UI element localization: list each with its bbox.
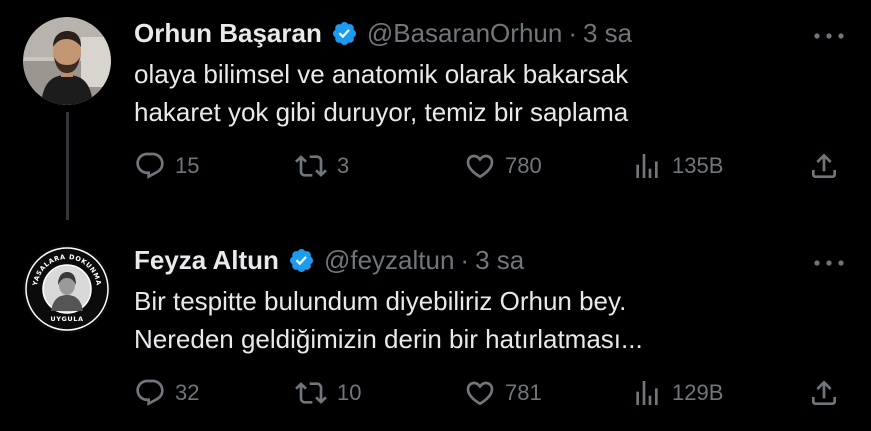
separator-dot: · xyxy=(568,18,577,48)
share-icon xyxy=(808,377,840,409)
tweet[interactable]: YASALARA DOKUNMA UYGULA Feyza Altun @fey… xyxy=(0,215,871,431)
tweet-actions: 32 10 781 129B xyxy=(134,373,844,413)
thread-connector-line xyxy=(66,112,69,220)
views-icon xyxy=(631,150,663,182)
retweet-icon xyxy=(294,377,328,409)
avatar[interactable] xyxy=(23,17,111,105)
tweet-text-line: Nereden geldiğimizin derin bir hatırlatm… xyxy=(134,324,643,354)
author-handle[interactable]: @feyzaltun xyxy=(324,245,454,275)
views-button[interactable]: 129B xyxy=(631,373,723,413)
tweet-text: Bir tespitte bulundum diyebiliriz Orhun … xyxy=(134,282,643,358)
tweet-header: Feyza Altun @feyzaltun · 3 sa xyxy=(134,245,524,275)
like-count: 781 xyxy=(505,380,542,405)
timestamp[interactable]: 3 sa xyxy=(475,245,524,275)
views-icon xyxy=(631,377,663,409)
more-options-icon[interactable] xyxy=(811,255,847,266)
retweet-button[interactable]: 3 xyxy=(294,146,349,186)
reply-button[interactable]: 32 xyxy=(134,373,199,413)
views-count: 129B xyxy=(672,380,724,405)
author-name[interactable]: Feyza Altun xyxy=(134,245,279,275)
retweet-icon xyxy=(294,150,328,182)
share-icon xyxy=(808,150,840,182)
tweet-text-line: Bir tespitte bulundum diyebiliriz Orhun … xyxy=(134,286,627,316)
author-handle[interactable]: @BasaranOrhun xyxy=(367,18,563,48)
reply-button[interactable]: 15 xyxy=(134,146,199,186)
tweet-actions: 15 3 780 135B xyxy=(134,146,844,186)
reply-icon xyxy=(134,150,166,182)
verified-badge-icon xyxy=(288,247,315,274)
reply-icon xyxy=(134,377,166,409)
verified-badge-icon xyxy=(331,20,358,47)
avatar[interactable]: YASALARA DOKUNMA UYGULA xyxy=(23,245,111,333)
share-button[interactable] xyxy=(808,146,840,186)
like-button[interactable]: 780 xyxy=(464,146,542,186)
like-icon xyxy=(464,150,496,182)
reply-count: 15 xyxy=(175,153,200,178)
tweet-text: olaya bilimsel ve anatomik olarak bakars… xyxy=(134,55,628,131)
retweet-count: 10 xyxy=(337,380,362,405)
share-button[interactable] xyxy=(808,373,840,413)
author-name[interactable]: Orhun Başaran xyxy=(134,18,322,48)
retweet-button[interactable]: 10 xyxy=(294,373,361,413)
views-count: 135B xyxy=(672,153,724,178)
views-button[interactable]: 135B xyxy=(631,146,723,186)
retweet-count: 3 xyxy=(337,153,350,178)
tweet-text-line: olaya bilimsel ve anatomik olarak bakars… xyxy=(134,59,629,89)
separator-dot: · xyxy=(460,245,470,275)
tweet[interactable]: Orhun Başaran @BasaranOrhun · 3 sa olaya… xyxy=(0,0,871,220)
like-icon xyxy=(464,377,496,409)
tweet-text-line: hakaret yok gibi duruyor, temiz bir sapl… xyxy=(134,97,629,127)
tweet-header: Orhun Başaran @BasaranOrhun · 3 sa xyxy=(134,18,632,48)
reply-count: 32 xyxy=(175,380,200,405)
like-button[interactable]: 781 xyxy=(464,373,542,413)
avatar-ring-text-bottom: UYGULA xyxy=(50,315,83,323)
like-count: 780 xyxy=(505,153,542,178)
timestamp[interactable]: 3 sa xyxy=(583,18,632,48)
more-options-icon[interactable] xyxy=(811,28,847,39)
